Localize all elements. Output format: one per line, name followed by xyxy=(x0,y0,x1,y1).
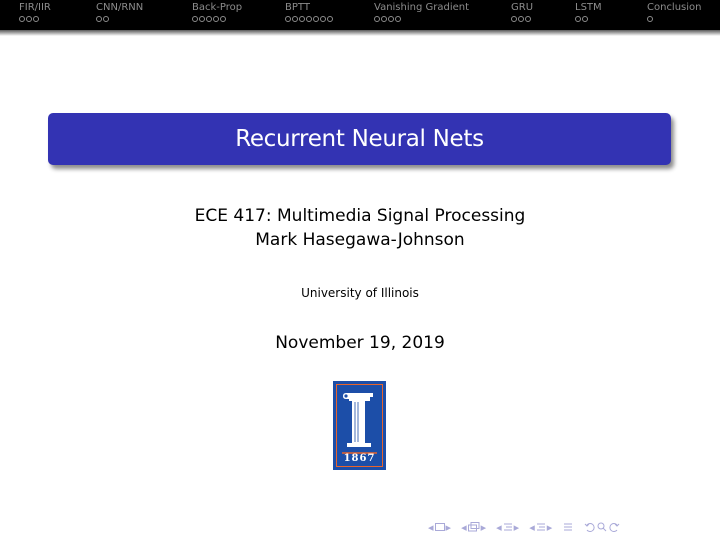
next-document-icon[interactable]: ▸ xyxy=(547,521,553,534)
next-section-icon[interactable]: ▸ xyxy=(514,521,520,534)
section-fir-iir[interactable]: FIR/IIR xyxy=(19,2,51,25)
frame-dots xyxy=(192,16,242,25)
back-icon[interactable] xyxy=(584,521,596,533)
section-back-prop[interactable]: Back-Prop xyxy=(192,2,242,25)
presentation-date: November 19, 2019 xyxy=(275,333,445,353)
beamer-navigation: ◂ ▸ ◂ ▸ ◂ ▸ ◂ ▸ xyxy=(428,519,630,535)
section-lstm[interactable]: LSTM xyxy=(575,2,602,25)
search-group xyxy=(584,521,620,533)
section-nav: ◂ ▸ xyxy=(496,521,519,534)
slide-title: Recurrent Neural Nets xyxy=(235,126,484,152)
frame-nav-icon[interactable] xyxy=(434,522,446,532)
next-subsection-icon[interactable]: ▸ xyxy=(481,521,487,534)
headline-shadow xyxy=(0,30,720,36)
section-label[interactable]: GRU xyxy=(511,2,533,13)
document-nav: ◂ ▸ xyxy=(529,521,552,534)
subsection-nav: ◂ ▸ xyxy=(461,521,486,534)
frame-dots xyxy=(96,16,143,25)
section-label[interactable]: LSTM xyxy=(575,2,602,13)
section-bptt[interactable]: BPTT xyxy=(285,2,334,25)
next-frame-icon[interactable]: ▸ xyxy=(446,521,452,534)
logo-year: 1867 xyxy=(343,453,376,464)
section-cnn-rnn[interactable]: CNN/RNN xyxy=(96,2,143,25)
section-label[interactable]: Vanishing Gradient xyxy=(374,2,469,13)
frame-dots xyxy=(647,16,702,25)
frame-dots xyxy=(285,16,334,25)
section-label[interactable]: FIR/IIR xyxy=(19,2,51,13)
section-label[interactable]: CNN/RNN xyxy=(96,2,143,13)
subsection-nav-icon[interactable] xyxy=(467,521,481,533)
author-name: Mark Hasegawa-Johnson xyxy=(255,230,465,250)
title-box: Recurrent Neural Nets xyxy=(48,113,671,165)
slide-subtitle: ECE 417: Multimedia Signal Processing xyxy=(194,206,526,226)
section-label[interactable]: Conclusion xyxy=(647,2,702,13)
section-gru[interactable]: GRU xyxy=(511,2,533,25)
document-nav-icon[interactable] xyxy=(535,521,547,533)
search-icon[interactable] xyxy=(596,521,608,533)
section-label[interactable]: Back-Prop xyxy=(192,2,242,13)
headline-bar: FIR/IIR CNN/RNN Back-Prop BPTT Vanishing… xyxy=(0,0,720,30)
forward-icon[interactable] xyxy=(608,521,620,533)
frame-dots xyxy=(374,16,469,25)
section-nav-icon[interactable] xyxy=(502,521,514,533)
frame-nav: ◂ ▸ xyxy=(428,521,451,534)
frame-dots xyxy=(575,16,602,25)
align-group xyxy=(562,521,574,533)
section-vanishing-gradient[interactable]: Vanishing Gradient xyxy=(374,2,469,25)
institute: University of Illinois xyxy=(301,286,419,300)
frame-dots xyxy=(19,16,51,25)
section-conclusion[interactable]: Conclusion xyxy=(647,2,702,25)
section-label[interactable]: BPTT xyxy=(285,2,310,13)
frame-dots xyxy=(511,16,533,25)
university-logo: 1867 xyxy=(333,381,386,470)
align-icon[interactable] xyxy=(562,521,574,533)
